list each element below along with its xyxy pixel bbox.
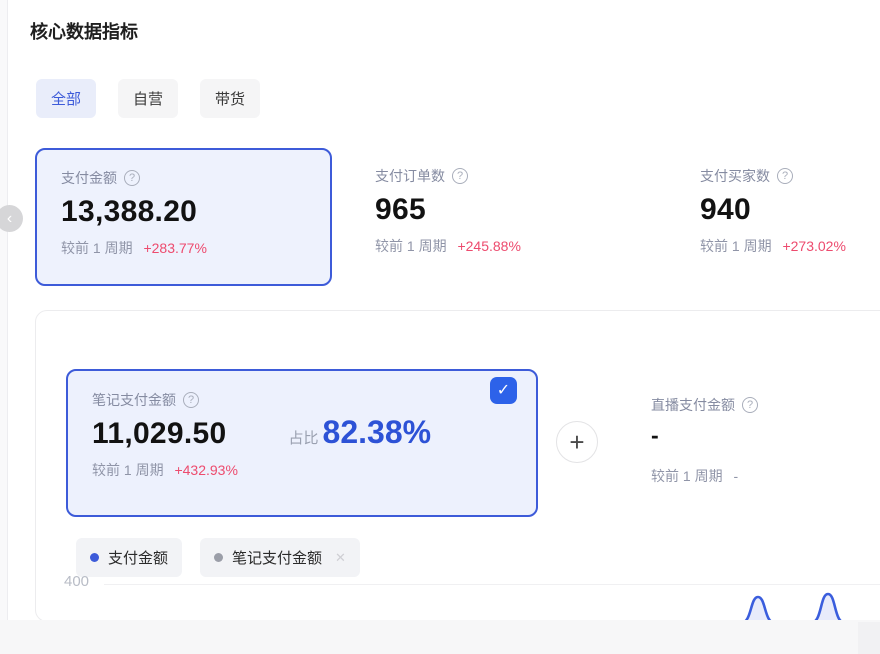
metric-compare-row: 较前 1 周期 - — [651, 466, 758, 486]
checkbox-checked-icon[interactable]: ✓ — [490, 377, 517, 404]
tab-self-operated[interactable]: 自营 — [118, 79, 178, 118]
help-icon[interactable]: ? — [742, 397, 758, 413]
compare-label: 较前 1 周期 — [651, 468, 723, 484]
compare-label: 较前 1 周期 — [375, 238, 447, 254]
note-payment-card[interactable]: ✓ 笔记支付金额 ? 11,029.50 占比 82.38% 较前 1 周期 +… — [66, 369, 538, 517]
change-value: +432.93% — [174, 462, 237, 478]
legend-payment-amount[interactable]: 支付金额 — [76, 538, 182, 577]
value-row: 11,029.50 占比 82.38% — [92, 410, 512, 451]
metric-value: 940 — [700, 193, 880, 227]
dashboard-page: 核心数据指标 全部 自营 带货 ‹ 支付金额 ? 13,388.20 较前 1 … — [0, 0, 880, 654]
legend-note-payment[interactable]: 笔记支付金额 ✕ — [200, 538, 360, 577]
chart-legend: 支付金额 笔记支付金额 ✕ — [76, 538, 360, 577]
tab-affiliate[interactable]: 带货 — [200, 79, 260, 118]
metric-label: 笔记支付金额 — [92, 390, 176, 410]
ratio-group: 占比 82.38% — [289, 414, 432, 451]
y-axis-tick: 400 — [64, 573, 89, 590]
carousel-prev-button[interactable]: ‹ — [0, 205, 23, 232]
ratio-label: 占比 — [289, 427, 319, 448]
help-icon[interactable]: ? — [452, 168, 468, 184]
metric-label-row: 支付金额 ? — [61, 168, 306, 188]
plus-icon: + — [569, 427, 584, 457]
help-icon[interactable]: ? — [124, 170, 140, 186]
metric-label-row: 支付订单数 ? — [375, 166, 521, 186]
metric-label-row: 支付买家数 ? — [700, 166, 880, 186]
metric-label-row: 直播支付金额 ? — [651, 395, 758, 415]
metric-compare-row: 较前 1 周期 +245.88% — [375, 236, 521, 256]
chevron-left-icon: ‹ — [7, 210, 12, 227]
metric-card-paid-buyers[interactable]: 支付买家数 ? 940 较前 1 周期 +273.02% — [700, 166, 880, 256]
tab-all[interactable]: 全部 — [36, 79, 96, 118]
help-icon[interactable]: ? — [777, 168, 793, 184]
metric-compare-row: 较前 1 周期 +273.02% — [700, 236, 880, 256]
close-icon[interactable]: ✕ — [335, 550, 346, 566]
change-value: +273.02% — [782, 238, 845, 254]
compare-label: 较前 1 周期 — [92, 462, 164, 478]
compare-label: 较前 1 周期 — [700, 238, 772, 254]
metric-label-row: 笔记支付金额 ? — [92, 390, 512, 410]
trend-line-chart — [696, 587, 880, 623]
metric-card-payment-amount[interactable]: 支付金额 ? 13,388.20 较前 1 周期 +283.77% — [35, 148, 332, 286]
live-payment-card[interactable]: 直播支付金额 ? - 较前 1 周期 - — [651, 395, 758, 486]
change-value: +245.88% — [457, 238, 520, 254]
metric-label: 支付买家数 — [700, 166, 770, 186]
page-left-gutter — [0, 0, 8, 622]
metric-label: 直播支付金额 — [651, 395, 735, 415]
metric-label: 支付金额 — [61, 168, 117, 188]
scrollbar-corner — [858, 622, 880, 654]
add-metric-button[interactable]: + — [556, 421, 598, 463]
metric-compare-row: 较前 1 周期 +432.93% — [92, 460, 512, 480]
metric-value: 13,388.20 — [61, 195, 306, 229]
legend-label: 支付金额 — [108, 547, 168, 568]
metric-value: 11,029.50 — [92, 417, 227, 451]
page-title: 核心数据指标 — [30, 18, 138, 44]
change-value: - — [733, 468, 738, 484]
help-icon[interactable]: ? — [183, 392, 199, 408]
change-value: +283.77% — [143, 240, 206, 256]
compare-label: 较前 1 周期 — [61, 240, 133, 256]
legend-dot-blue — [90, 553, 99, 562]
legend-dot-gray — [214, 553, 223, 562]
scope-tabs: 全部 自营 带货 — [36, 79, 260, 118]
metric-card-paid-orders[interactable]: 支付订单数 ? 965 较前 1 周期 +245.88% — [375, 166, 521, 256]
metric-value: 965 — [375, 193, 521, 227]
metric-compare-row: 较前 1 周期 +283.77% — [61, 238, 306, 258]
ratio-value: 82.38% — [323, 414, 432, 451]
legend-label: 笔记支付金额 — [232, 547, 322, 568]
chart-gridline — [104, 584, 880, 585]
metric-label: 支付订单数 — [375, 166, 445, 186]
bottom-band — [0, 620, 880, 654]
trend-panel: ✓ 笔记支付金额 ? 11,029.50 占比 82.38% 较前 1 周期 +… — [35, 310, 880, 622]
metric-value: - — [651, 422, 758, 449]
